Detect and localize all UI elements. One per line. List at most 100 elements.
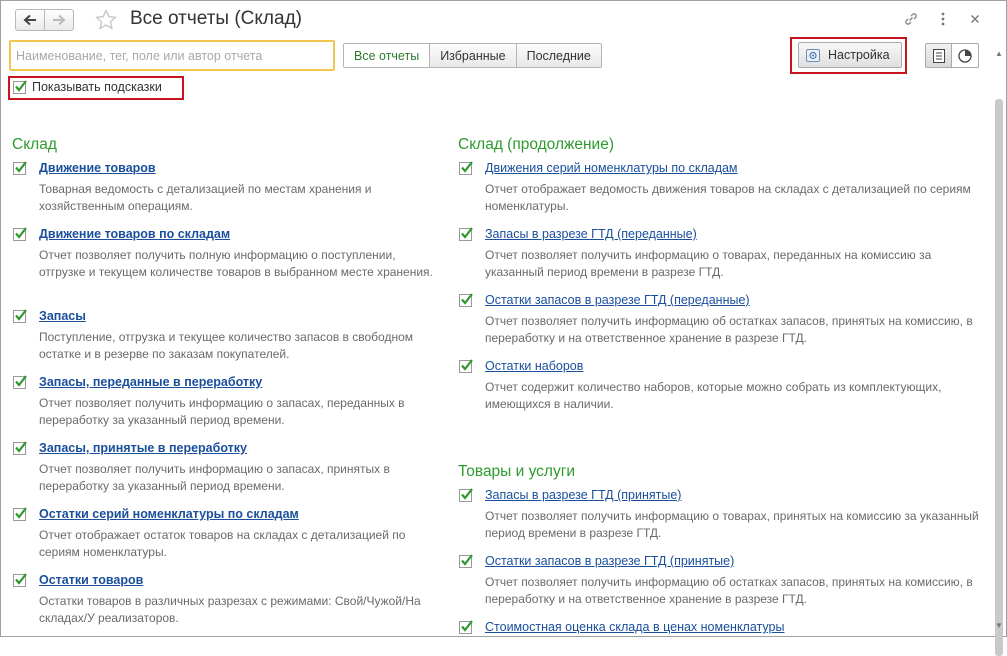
report-item: Остатки серий номенклатуры по складам Отч… [12, 505, 437, 571]
favorite-star-icon[interactable] [94, 8, 118, 32]
report-checkbox[interactable] [13, 227, 27, 241]
list-view-icon [932, 48, 945, 63]
report-checkbox[interactable] [459, 293, 473, 307]
report-link[interactable]: Стоимостная оценка склада в ценах номенк… [485, 618, 983, 637]
report-link[interactable]: Запасы [39, 307, 437, 326]
vertical-scrollbar[interactable]: ▲ ▼ [992, 41, 1006, 656]
report-checkbox[interactable] [459, 161, 473, 175]
forward-button[interactable] [44, 9, 74, 31]
section-goods-services: Товары и услуги Запасы в разрезе ГТД (пр… [458, 461, 983, 648]
show-hints-checkbox[interactable]: Показывать подсказки [13, 79, 162, 94]
checkmark-icon [15, 441, 27, 453]
report-item: Движение товаров по складам Отчет позволя… [12, 225, 437, 307]
report-item: Запасы в разрезе ГТД (переданные) Отчет п… [458, 225, 983, 291]
view-mode-toggle [925, 43, 979, 68]
report-description: Отчет позволяет получить информацию о то… [485, 509, 979, 540]
report-link[interactable]: Остатки наборов [485, 357, 983, 376]
report-link[interactable]: Остатки серий номенклатуры по складам [39, 505, 437, 524]
report-link[interactable]: Движение товаров [39, 159, 437, 178]
report-checkbox[interactable] [13, 441, 27, 455]
report-description: Отчет позволяет получить информацию о за… [39, 396, 405, 427]
checkmark-icon [461, 620, 473, 632]
tab-favorites[interactable]: Избранные [430, 43, 517, 68]
checkmark-icon [461, 227, 473, 239]
report-link[interactable]: Запасы в разрезе ГТД (переданные) [485, 225, 983, 244]
report-item: Остатки наборов Отчет содержит количество… [458, 357, 983, 423]
report-description [485, 637, 983, 640]
report-checkbox[interactable] [13, 309, 27, 323]
report-description: Отчет позволяет получить информацию об о… [485, 575, 973, 606]
left-column: Склад Движение товаров Товарная ведомость… [12, 134, 437, 637]
link-icon[interactable] [902, 10, 920, 28]
report-checkbox[interactable] [459, 488, 473, 502]
pie-chart-icon [958, 48, 972, 63]
checkbox[interactable] [13, 79, 27, 94]
report-link[interactable]: Движения серий номенклатуры по складам [485, 159, 983, 178]
scrollbar-thumb[interactable] [995, 99, 1003, 656]
search-box [9, 40, 335, 71]
arrow-left-icon [23, 14, 36, 26]
report-link[interactable]: Движение товаров по складам [39, 225, 437, 244]
report-description: Отчет отображает остаток товаров на скла… [39, 528, 406, 559]
tab-all-reports[interactable]: Все отчеты [343, 43, 431, 68]
report-checkbox[interactable] [13, 573, 27, 587]
report-item: Остатки запасов в разрезе ГТД (принятые)… [458, 552, 983, 618]
checkmark-icon [461, 359, 473, 371]
report-checkbox[interactable] [459, 359, 473, 373]
report-link[interactable]: Запасы, принятые в переработку [39, 439, 437, 458]
report-item: Стоимостная оценка склада в ценах номенк… [458, 618, 983, 648]
report-checkbox[interactable] [13, 161, 27, 175]
right-column: Склад (продолжение) Движения серий номен… [458, 134, 983, 648]
checkmark-icon [15, 227, 27, 239]
checkmark-icon [15, 309, 27, 321]
scroll-down-icon[interactable]: ▼ [994, 621, 1004, 631]
report-link[interactable]: Запасы в разрезе ГТД (принятые) [485, 486, 983, 505]
report-description: Отчет отображает ведомость движения това… [485, 182, 971, 213]
more-menu-icon[interactable] [934, 10, 952, 28]
list-view-button[interactable] [925, 43, 952, 68]
page-title: Все отчеты (Склад) [130, 8, 302, 29]
report-description: Отчет позволяет получить полную информац… [39, 248, 433, 279]
search-input[interactable] [16, 43, 326, 68]
report-item: Движения серий номенклатуры по складам От… [458, 159, 983, 225]
checkmark-icon [461, 554, 473, 566]
scroll-up-icon[interactable]: ▲ [994, 49, 1004, 59]
section-warehouse-continued: Склад (продолжение) Движения серий номен… [458, 134, 983, 423]
report-checkbox[interactable] [459, 620, 473, 634]
report-link[interactable]: Остатки запасов в разрезе ГТД (принятые) [485, 552, 983, 571]
checkmark-icon [15, 79, 27, 92]
report-description: Товарная ведомость с детализацией по мес… [39, 182, 372, 213]
report-checkbox[interactable] [13, 375, 27, 389]
back-button[interactable] [15, 9, 45, 31]
report-description: Остатки товаров в различных разрезах с р… [39, 594, 421, 625]
checkmark-icon [15, 375, 27, 387]
report-description: Отчет позволяет получить информацию об о… [485, 314, 973, 345]
report-link[interactable]: Остатки товаров [39, 571, 437, 590]
report-description: Отчет позволяет получить информацию о за… [39, 462, 390, 493]
arrow-right-icon [53, 14, 66, 26]
close-icon[interactable] [966, 10, 984, 28]
report-link[interactable]: Запасы, переданные в переработку [39, 373, 437, 392]
report-item: Остатки запасов в разрезе ГТД (переданны… [458, 291, 983, 357]
report-description: Отчет содержит количество наборов, котор… [485, 380, 942, 411]
section-warehouse: Склад Движение товаров Товарная ведомость… [12, 134, 437, 637]
tab-recent[interactable]: Последние [516, 43, 602, 68]
section-title: Склад (продолжение) [458, 136, 614, 153]
report-checkbox[interactable] [459, 554, 473, 568]
report-filter-tabs: Все отчеты Избранные Последние [343, 43, 602, 68]
checkmark-icon [461, 293, 473, 305]
report-description: Отчет позволяет получить информацию о то… [485, 248, 932, 279]
report-item: Запасы, принятые в переработку Отчет позв… [12, 439, 437, 505]
report-description: Поступление, отгрузка и текущее количест… [39, 330, 413, 361]
report-item: Движение товаров Товарная ведомость с дет… [12, 159, 437, 225]
report-checkbox[interactable] [13, 507, 27, 521]
settings-label: Настройка [828, 48, 890, 62]
chart-view-button[interactable] [952, 43, 979, 68]
checkmark-icon [15, 573, 27, 585]
report-link[interactable]: Остатки запасов в разрезе ГТД (переданны… [485, 291, 983, 310]
checkmark-icon [461, 488, 473, 500]
settings-button[interactable]: Настройка [798, 42, 902, 68]
checkmark-icon [15, 161, 27, 173]
report-checkbox[interactable] [459, 227, 473, 241]
report-item: Остатки товаров Остатки товаров в различн… [12, 571, 437, 637]
